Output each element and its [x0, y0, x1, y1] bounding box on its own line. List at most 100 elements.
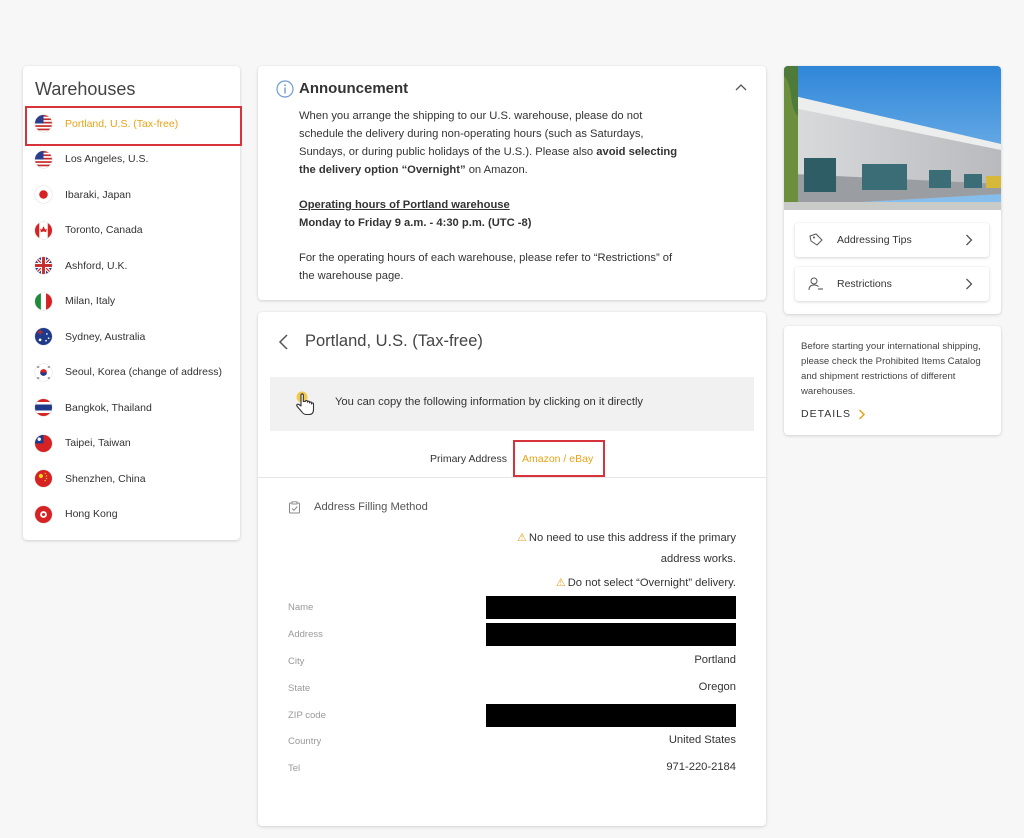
sidebar-item-label: Sydney, Australia: [65, 330, 146, 343]
note-overnight: ⚠ Do not select “Overnight” delivery.: [556, 573, 736, 594]
field-city-row: City Portland: [288, 650, 736, 674]
operating-hours-value: Monday to Friday 9 a.m. - 4:30 p.m. (UTC…: [299, 217, 532, 229]
prohibited-items-text: Before starting your international shipp…: [801, 341, 981, 397]
us-flag-icon: [35, 150, 52, 168]
sidebar-item-bangkok[interactable]: Bangkok, Thailand: [23, 390, 240, 426]
clipboard-check-icon: [289, 501, 300, 514]
warehouse-address-panel: Portland, U.S. (Tax-free) You can copy t…: [258, 312, 766, 826]
note-text: No need to use this address if the prima…: [528, 532, 736, 565]
field-label: Country: [288, 736, 322, 747]
sidebar-item-taipei[interactable]: Taipei, Taiwan: [23, 426, 240, 462]
operating-hours-title: Operating hours of Portland warehouse: [299, 199, 510, 211]
tel-value[interactable]: 971-220-2184: [666, 761, 736, 773]
chevron-right-icon: [858, 408, 866, 420]
taiwan-flag-icon: [35, 434, 52, 452]
back-chevron-icon[interactable]: [276, 333, 290, 351]
announcement-text: When you arrange the shipping to our U.S…: [299, 110, 644, 158]
announcement-text: on Amazon.: [465, 164, 528, 176]
sidebar-item-label: Ashford, U.K.: [65, 259, 128, 272]
sidebar-item-toronto[interactable]: Toronto, Canada: [23, 213, 240, 249]
hong-kong-flag-icon: [35, 505, 52, 523]
field-label: Name: [288, 602, 314, 613]
field-label: Address: [288, 629, 323, 640]
city-value[interactable]: Portland: [694, 654, 736, 666]
sidebar-item-ibaraki[interactable]: Ibaraki, Japan: [23, 177, 240, 213]
warning-icon: ⚠: [517, 532, 527, 544]
field-address-row: Address: [288, 623, 736, 647]
addressing-tips-label: Addressing Tips: [837, 234, 912, 246]
warehouse-list: Portland, U.S. (Tax-free) Los Angeles, U…: [23, 106, 242, 533]
sidebar-item-ashford[interactable]: Ashford, U.K.: [23, 248, 240, 284]
uk-flag-icon: [35, 257, 52, 275]
warehouse-building-photo: [784, 66, 1001, 210]
sidebar-item-los-angeles[interactable]: Los Angeles, U.S.: [23, 142, 240, 178]
note-text: Do not select “Overnight” delivery.: [567, 577, 736, 589]
australia-flag-icon: [35, 328, 52, 346]
japan-flag-icon: [35, 186, 52, 204]
copy-hint-banner: You can copy the following information b…: [270, 377, 754, 431]
state-value[interactable]: Oregon: [699, 681, 736, 693]
sidebar-item-portland[interactable]: Portland, U.S. (Tax-free): [23, 106, 242, 146]
sidebar-item-label: Toronto, Canada: [65, 224, 143, 237]
sidebar-title: Warehouses: [35, 79, 136, 99]
sidebar-item-label: Seoul, Korea (change of address): [65, 366, 223, 379]
warehouse-photo-card: Addressing Tips Restrictions: [784, 66, 1001, 314]
warehouse-sidebar: Warehouses Portland, U.S. (Tax-free) Los…: [23, 66, 242, 540]
restrictions-button[interactable]: Restrictions: [795, 267, 989, 301]
field-zip-row: ZIP code: [288, 704, 736, 728]
sidebar-item-label: Taipei, Taiwan: [65, 437, 131, 450]
chevron-up-icon[interactable]: [734, 80, 748, 94]
sidebar-item-label: Los Angeles, U.S.: [65, 153, 149, 166]
warning-icon: ⚠: [555, 577, 566, 589]
redacted-name-value[interactable]: [486, 596, 736, 619]
field-country-row: Country United States: [288, 730, 736, 754]
addressing-tips-button[interactable]: Addressing Tips: [795, 223, 989, 257]
tab-primary-address[interactable]: Primary Address: [430, 453, 507, 465]
announcement-title: Announcement: [299, 80, 409, 97]
announcement-panel: Announcement When you arrange the shippi…: [258, 66, 766, 300]
address-filling-method-label: Address Filling Method: [314, 501, 428, 513]
field-label: ZIP code: [288, 710, 326, 721]
us-flag-icon: [35, 115, 52, 133]
announcement-paragraph: When you arrange the shipping to our U.S…: [299, 107, 679, 179]
country-value[interactable]: United States: [669, 734, 736, 746]
sidebar-item-sydney[interactable]: Sydney, Australia: [23, 319, 240, 355]
sidebar-item-shenzhen[interactable]: Shenzhen, China: [23, 461, 240, 497]
user-restriction-icon: [808, 277, 823, 291]
china-flag-icon: [35, 470, 52, 488]
sidebar-item-seoul[interactable]: Seoul, Korea (change of address): [23, 355, 240, 391]
sidebar-item-label: Milan, Italy: [65, 295, 116, 308]
prohibited-items-card: Before starting your international shipp…: [784, 326, 1001, 435]
sidebar-item-milan[interactable]: Milan, Italy: [23, 284, 240, 320]
tap-hand-icon: [296, 391, 315, 416]
field-label: State: [288, 683, 311, 694]
sidebar-item-label: Shenzhen, China: [65, 472, 146, 485]
sidebar-item-label: Ibaraki, Japan: [65, 188, 131, 201]
chevron-right-icon: [966, 234, 973, 246]
redacted-address-value[interactable]: [486, 623, 736, 646]
chevron-right-icon: [966, 278, 973, 290]
redacted-zip-value[interactable]: [486, 704, 736, 727]
field-tel-row: Tel 971-220-2184: [288, 757, 736, 781]
field-name-row: Name: [288, 596, 736, 620]
info-icon: [276, 80, 294, 98]
announcement-paragraph: For the operating hours of each warehous…: [299, 252, 673, 282]
field-label: Tel: [288, 763, 301, 774]
warehouse-title: Portland, U.S. (Tax-free): [305, 332, 483, 350]
operating-hours: Operating hours of Portland warehouse Mon…: [299, 196, 679, 232]
tab-amazon-ebay[interactable]: Amazon / eBay: [522, 453, 593, 465]
field-state-row: State Oregon: [288, 677, 736, 701]
italy-flag-icon: [35, 292, 52, 310]
sidebar-item-hong-kong[interactable]: Hong Kong: [23, 497, 240, 533]
thailand-flag-icon: [35, 399, 52, 417]
sidebar-item-label: Portland, U.S. (Tax-free): [65, 117, 179, 130]
tag-icon: [809, 233, 823, 246]
announcement-body: When you arrange the shipping to our U.S…: [299, 107, 679, 285]
address-tabs: Primary Address Amazon / eBay: [258, 440, 766, 478]
korea-flag-icon: [35, 363, 52, 381]
details-link[interactable]: DETAILS: [801, 408, 866, 420]
canada-flag-icon: [35, 221, 52, 239]
field-label: City: [288, 656, 305, 667]
restrictions-label: Restrictions: [837, 278, 892, 290]
sidebar-item-label: Hong Kong: [65, 508, 118, 521]
